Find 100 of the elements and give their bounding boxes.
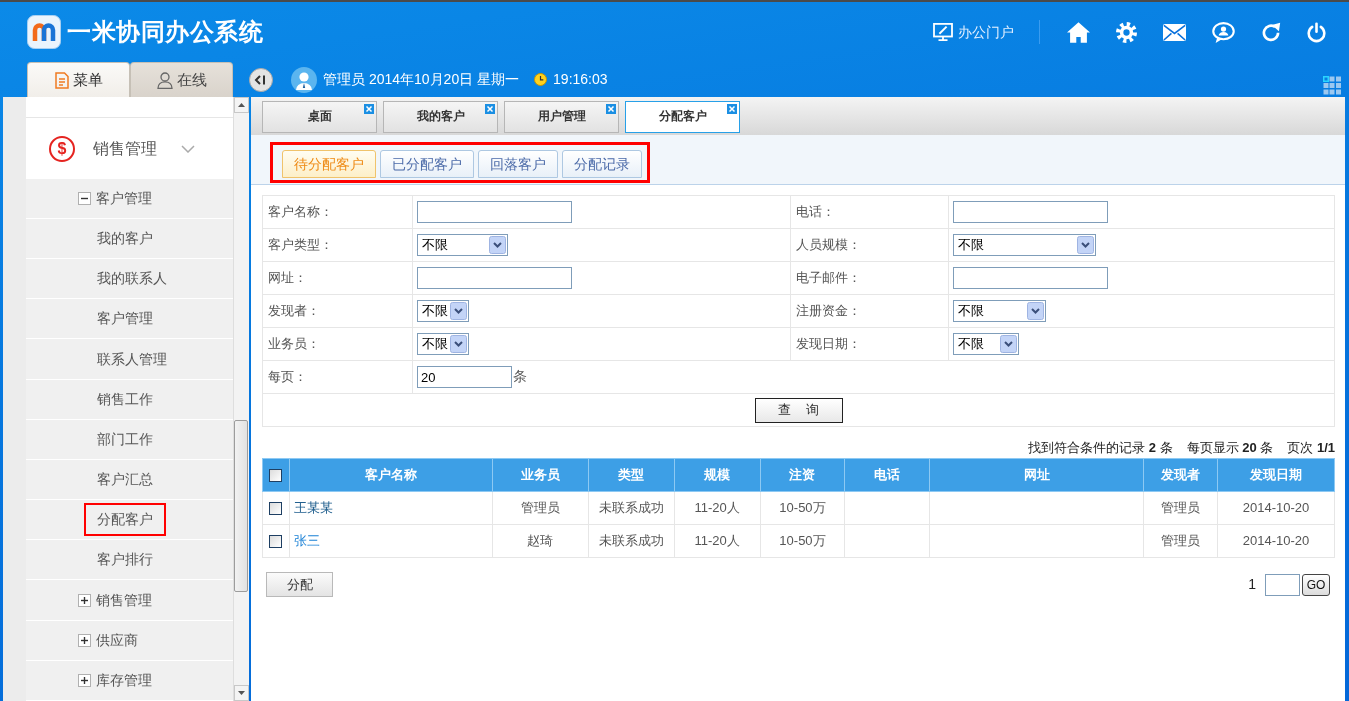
input-field[interactable]: 20 [417, 366, 512, 389]
input-field[interactable] [417, 201, 572, 223]
close-icon[interactable] [727, 104, 737, 114]
power-icon[interactable] [1307, 21, 1326, 43]
plus-box-icon[interactable] [78, 593, 91, 607]
scroll-up-icon[interactable] [234, 97, 249, 113]
logo-icon [27, 15, 61, 49]
summary-text: 页次 1/1 [1287, 439, 1335, 457]
go-button[interactable]: GO [1302, 573, 1330, 596]
sub-tab[interactable]: 回落客户 [478, 150, 558, 178]
close-icon[interactable] [606, 104, 616, 114]
column-header: 客户名称 [289, 458, 493, 492]
page-input[interactable] [1265, 573, 1300, 596]
select-field[interactable]: 不限 [417, 234, 508, 256]
select-field[interactable]: 不限 [953, 234, 1096, 256]
plus-box-icon[interactable] [78, 633, 91, 647]
clock-time: 19:16:03 [553, 70, 608, 89]
input-field[interactable] [417, 267, 572, 289]
sidebar-item[interactable]: 我的客户 [97, 228, 153, 249]
column-header: 规模 [674, 458, 760, 492]
sidebar-item[interactable]: 客户管理 [96, 187, 152, 209]
column-header: 网址 [929, 458, 1144, 492]
select-field[interactable]: 不限 [953, 333, 1019, 355]
page-tab[interactable]: 用户管理 [504, 101, 619, 133]
field-label: 电话： [796, 204, 835, 220]
sidebar-tab[interactable]: 在线 [130, 62, 233, 97]
table-cell: 11-20人 [674, 524, 760, 558]
table-cell: 10-50万 [760, 524, 845, 558]
close-icon[interactable] [485, 104, 495, 114]
checkbox[interactable] [269, 502, 283, 516]
checkbox[interactable] [269, 469, 283, 483]
customer-link[interactable]: 张三 [294, 533, 320, 549]
chevron-down-icon[interactable] [181, 144, 195, 153]
table-cell: 管理员 [492, 491, 589, 525]
field-label: 发现日期： [796, 336, 861, 352]
sidebar-item[interactable]: 销售管理 [96, 589, 152, 611]
sub-tab[interactable]: 分配记录 [562, 150, 642, 178]
sidebar-item[interactable]: 分配客户 [84, 503, 166, 537]
select-field[interactable]: 不限 [953, 300, 1046, 322]
input-field[interactable] [953, 267, 1108, 289]
table-cell: 未联系成功 [588, 524, 675, 558]
table-cell: 赵琦 [492, 524, 589, 558]
table-cell: 未联系成功 [588, 491, 675, 525]
checkbox[interactable] [269, 535, 283, 549]
clock-icon [534, 73, 548, 86]
page-tab[interactable]: 桌面 [262, 101, 377, 133]
sidebar-item[interactable]: 客户排行 [97, 549, 153, 571]
table-cell: 11-20人 [674, 491, 760, 525]
minus-box-icon[interactable] [78, 191, 91, 205]
field-label: 客户类型： [268, 237, 333, 253]
scrollbar-thumb[interactable] [234, 420, 248, 592]
dollar-icon: $ [49, 135, 75, 162]
scroll-down-icon[interactable] [234, 685, 249, 701]
sidebar-item[interactable]: 库存管理 [96, 669, 152, 691]
assign-button[interactable]: 分配 [266, 572, 333, 597]
input-field[interactable] [953, 201, 1108, 223]
table-cell: 2014-10-20 [1217, 524, 1335, 558]
app-title: 一米协同办公系统 [67, 17, 263, 47]
sidebar-item[interactable]: 供应商 [96, 629, 138, 651]
sidebar-item[interactable]: 联系人管理 [97, 348, 167, 370]
sidebar-item[interactable]: 客户汇总 [97, 469, 153, 490]
portal-link[interactable]: 办公门户 [933, 21, 1014, 43]
column-header: 发现日期 [1217, 458, 1335, 492]
column-header: 业务员 [492, 458, 589, 492]
search-button[interactable]: 查 询 [754, 397, 843, 423]
field-label: 人员规模： [796, 237, 861, 253]
scrollbar[interactable] [233, 97, 249, 701]
settings-icon[interactable] [1116, 21, 1137, 43]
unit-label: 条 [513, 367, 527, 384]
grid-icon[interactable] [1323, 76, 1341, 95]
sidebar-tab[interactable]: 菜单 [27, 62, 130, 97]
page-number: 1 [1248, 575, 1256, 594]
user-info-text: 管理员 2014年10月20日 星期一 [323, 70, 520, 89]
table-cell: 2014-10-20 [1217, 491, 1335, 525]
refresh-icon[interactable] [1261, 22, 1281, 42]
table-cell: 10-50万 [760, 491, 845, 525]
column-header: 类型 [588, 458, 675, 492]
page-tab[interactable]: 我的客户 [383, 101, 498, 133]
field-label: 电子邮件： [796, 270, 861, 286]
mail-icon[interactable] [1163, 23, 1186, 41]
close-icon[interactable] [364, 104, 374, 114]
select-field[interactable]: 不限 [417, 333, 469, 355]
sidebar-item[interactable]: 客户管理 [97, 308, 153, 330]
sidebar-section-title[interactable]: 销售管理 [93, 136, 157, 161]
sub-tab[interactable]: 已分配客户 [380, 150, 474, 178]
home-icon[interactable] [1067, 21, 1090, 43]
summary-text: 找到符合条件的记录 2 条 [1028, 439, 1173, 457]
sidebar-item[interactable]: 销售工作 [97, 388, 153, 410]
select-field[interactable]: 不限 [417, 300, 469, 322]
plus-box-icon[interactable] [78, 673, 91, 687]
person-icon [156, 71, 173, 89]
field-label: 注册资金： [796, 303, 861, 319]
sidebar-item[interactable]: 部门工作 [97, 428, 153, 450]
chat-person-icon[interactable] [1212, 21, 1235, 43]
sidebar-item[interactable]: 我的联系人 [97, 268, 167, 290]
column-header: 发现者 [1143, 458, 1218, 492]
customer-link[interactable]: 王某某 [294, 500, 333, 516]
page-tab[interactable]: 分配客户 [625, 101, 740, 133]
column-header: 注资 [760, 458, 845, 492]
table-cell: 管理员 [1143, 491, 1218, 525]
